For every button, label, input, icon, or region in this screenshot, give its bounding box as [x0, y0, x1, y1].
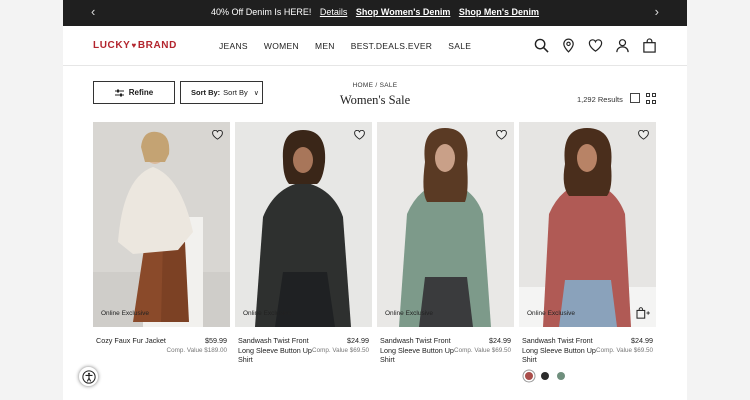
- product-name[interactable]: Sandwash Twist Front Long Sleeve Button …: [522, 336, 597, 365]
- wishlist-heart-icon[interactable]: [588, 38, 603, 53]
- wishlist-heart-icon[interactable]: [354, 130, 365, 140]
- promo-bar: ‹ 40% Off Denim Is HERE! Details Shop Wo…: [63, 0, 687, 26]
- product-name[interactable]: Sandwash Twist Front Long Sleeve Button …: [380, 336, 455, 365]
- breadcrumb-home[interactable]: HOME: [353, 82, 374, 89]
- accessibility-icon[interactable]: [78, 366, 99, 387]
- nav-item-jeans[interactable]: JEANS: [219, 41, 248, 51]
- product-price: $24.99: [489, 336, 511, 345]
- online-exclusive-badge: Online Exclusive: [101, 310, 150, 317]
- breadcrumb-sale[interactable]: SALE: [380, 82, 398, 89]
- product-price: $24.99: [347, 336, 369, 345]
- quick-add-bag-icon[interactable]: [636, 307, 650, 319]
- online-exclusive-badge: Online Exclusive: [527, 310, 576, 317]
- location-icon[interactable]: [561, 38, 576, 53]
- logo-word-right: BRAND: [137, 40, 177, 51]
- promo-shop-women-link[interactable]: Shop Women's Denim: [356, 7, 450, 17]
- site-header: LUCKY♥BRAND JEANS WOMEN MEN BEST.DEALS.E…: [63, 26, 687, 66]
- color-swatch-red[interactable]: [525, 372, 533, 380]
- product-card[interactable]: Online Exclusive Sandwash Twist Front Lo…: [377, 122, 514, 364]
- wishlist-heart-icon[interactable]: [212, 130, 223, 140]
- promo-next-arrow-icon[interactable]: ›: [655, 5, 659, 19]
- online-exclusive-badge: Online Exclusive: [243, 310, 292, 317]
- product-grid: Online Exclusive Cozy Faux Fur Jacket $5…: [93, 122, 657, 382]
- product-name[interactable]: Sandwash Twist Front Long Sleeve Button …: [238, 336, 313, 365]
- product-card[interactable]: Online Exclusive Sandwash Twist Front Lo…: [235, 122, 372, 364]
- promo-message: 40% Off Denim Is HERE! Details Shop Wome…: [63, 7, 687, 17]
- product-name[interactable]: Cozy Faux Fur Jacket: [96, 336, 171, 346]
- product-image[interactable]: Online Exclusive: [235, 122, 372, 327]
- online-exclusive-badge: Online Exclusive: [385, 310, 434, 317]
- color-swatch-green[interactable]: [557, 372, 565, 380]
- product-comp-value: Comp. Value $69.50: [312, 347, 369, 354]
- logo-clover-icon: ♥: [131, 41, 137, 50]
- nav-item-sale[interactable]: SALE: [448, 41, 471, 51]
- wishlist-heart-icon[interactable]: [496, 130, 507, 140]
- product-price: $59.99: [205, 336, 227, 345]
- breadcrumb: HOME / SALE: [63, 82, 687, 89]
- product-comp-value: Comp. Value $69.50: [596, 347, 653, 354]
- nav-item-women[interactable]: WOMEN: [264, 41, 299, 51]
- results-count: 1,292 Results: [577, 95, 623, 104]
- product-card[interactable]: Online Exclusive Cozy Faux Fur Jacket $5…: [93, 122, 230, 354]
- main-nav: JEANS WOMEN MEN BEST.DEALS.EVER SALE: [219, 41, 471, 51]
- search-icon[interactable]: [534, 38, 549, 53]
- product-card[interactable]: Online Exclusive Sandwash Twist Front Lo…: [519, 122, 656, 380]
- page: ‹ 40% Off Denim Is HERE! Details Shop Wo…: [63, 0, 687, 400]
- promo-text: 40% Off Denim Is HERE!: [210, 7, 312, 17]
- product-image[interactable]: Online Exclusive: [377, 122, 514, 327]
- brand-logo[interactable]: LUCKY♥BRAND: [93, 40, 177, 51]
- promo-details-link[interactable]: Details: [320, 7, 348, 17]
- logo-word-left: LUCKY: [93, 40, 131, 51]
- product-image[interactable]: Online Exclusive: [519, 122, 656, 327]
- product-comp-value: Comp. Value $69.50: [454, 347, 511, 354]
- bag-icon[interactable]: [642, 38, 657, 53]
- product-image[interactable]: Online Exclusive: [93, 122, 230, 327]
- color-swatches: [525, 372, 565, 380]
- product-price: $24.99: [631, 336, 653, 345]
- breadcrumb-separator: /: [375, 82, 378, 89]
- account-icon[interactable]: [615, 38, 630, 53]
- header-icons: [534, 38, 657, 53]
- nav-item-men[interactable]: MEN: [315, 41, 335, 51]
- grid-view-icon[interactable]: [646, 93, 657, 104]
- color-swatch-black[interactable]: [541, 372, 549, 380]
- promo-shop-men-link[interactable]: Shop Men's Denim: [459, 7, 539, 17]
- single-column-view-icon[interactable]: [630, 93, 640, 103]
- wishlist-heart-icon[interactable]: [638, 130, 649, 140]
- nav-item-best-deals[interactable]: BEST.DEALS.EVER: [351, 41, 433, 51]
- product-comp-value: Comp. Value $189.00: [166, 347, 227, 354]
